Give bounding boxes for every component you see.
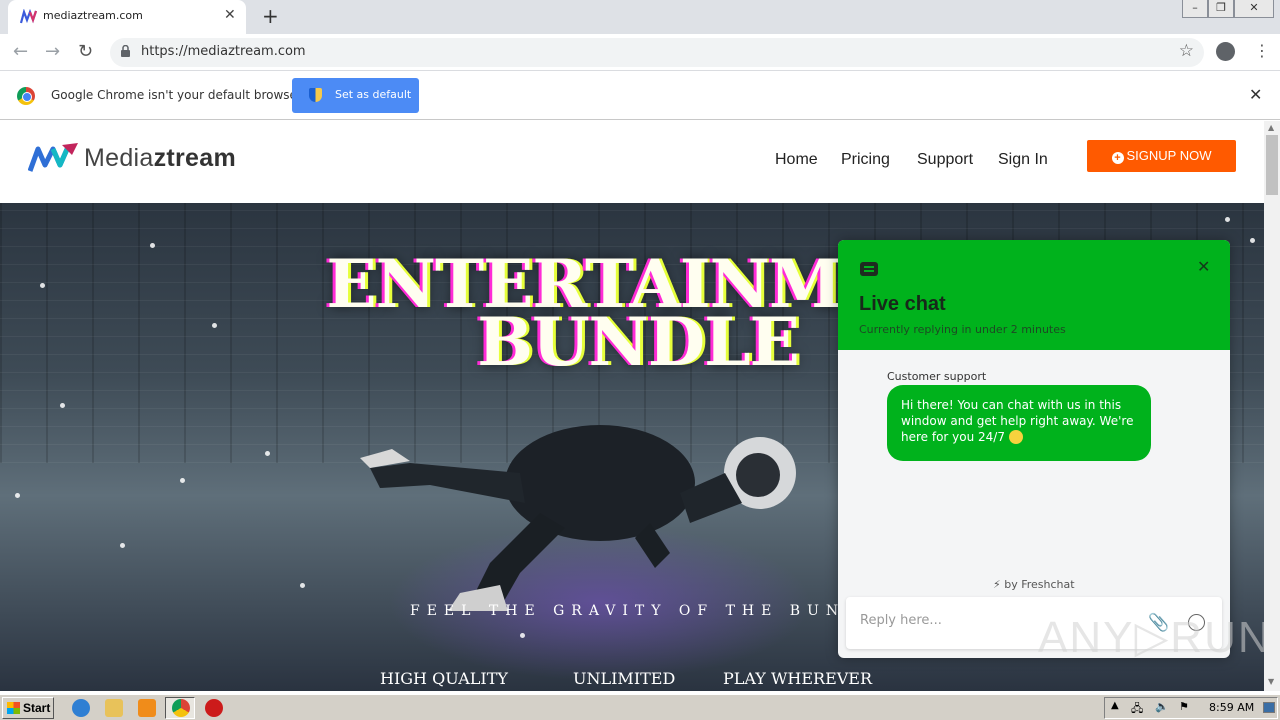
- action-center-flag-icon[interactable]: ⚑: [1179, 700, 1189, 713]
- address-bar[interactable]: https://mediaztream.com ☆: [110, 38, 1204, 67]
- site-header: Mediaztream Home Pricing Support Sign In…: [0, 121, 1264, 203]
- snow-particle: [40, 283, 45, 288]
- snow-particle: [212, 323, 217, 328]
- tray-expand-icon[interactable]: ▲: [1111, 700, 1119, 711]
- start-label: Start: [23, 701, 51, 715]
- snow-particle: [180, 478, 185, 483]
- minimize-button[interactable]: –: [1182, 0, 1208, 18]
- chat-title: Live chat: [859, 293, 946, 315]
- tab-close-icon[interactable]: ✕: [224, 7, 236, 23]
- chrome-menu-icon[interactable]: ⋮: [1254, 42, 1270, 60]
- system-tray: ▲ 🖧 🔈 ⚑ 8:59 AM: [1104, 697, 1278, 719]
- smiley-emoji-icon: [1008, 430, 1023, 444]
- network-icon[interactable]: 🖧: [1131, 700, 1143, 719]
- back-icon[interactable]: ←: [13, 41, 28, 62]
- nav-home[interactable]: Home: [775, 151, 818, 169]
- forward-icon[interactable]: →: [45, 41, 60, 62]
- reload-icon[interactable]: ↻: [78, 41, 93, 62]
- snow-particle: [15, 493, 20, 498]
- default-browser-infobar: Google Chrome isn't your default browser…: [0, 72, 1280, 120]
- browser-tab[interactable]: mediaztream.com ✕: [8, 0, 246, 34]
- feature-play-wherever: PLAY WHEREVER: [723, 669, 873, 688]
- chat-close-icon[interactable]: ✕: [1197, 257, 1210, 276]
- tab-title: mediaztream.com: [43, 9, 143, 22]
- file-explorer-icon[interactable]: [105, 699, 123, 717]
- floating-astronaut-image: [360, 425, 796, 611]
- new-tab-button[interactable]: +: [262, 4, 279, 28]
- restore-button[interactable]: ❐: [1208, 0, 1234, 18]
- internet-explorer-icon[interactable]: [72, 699, 90, 717]
- live-chat-widget: ✕ Live chat Currently replying in under …: [838, 240, 1230, 658]
- profile-icon[interactable]: [1216, 42, 1235, 61]
- stop-app-icon[interactable]: [205, 699, 223, 717]
- snow-particle: [120, 543, 125, 548]
- snow-particle: [1250, 238, 1255, 243]
- lock-icon: [121, 45, 130, 57]
- feature-unlimited: UNLIMITED: [573, 669, 676, 688]
- snow-particle: [60, 403, 65, 408]
- chat-header: ✕ Live chat Currently replying in under …: [838, 240, 1230, 350]
- snow-particle: [300, 583, 305, 588]
- chat-status: Currently replying in under 2 minutes: [859, 323, 1066, 336]
- volume-icon[interactable]: 🔈: [1155, 700, 1169, 713]
- chat-message-bubble: Hi there! You can chat with us in this w…: [887, 385, 1151, 461]
- anyrun-watermark: ANY▷RUN: [1038, 613, 1272, 662]
- powered-by-freshchat[interactable]: ⚡ by Freshchat: [993, 578, 1075, 591]
- logo-text-light: Media: [84, 144, 154, 172]
- snow-particle: [520, 633, 525, 638]
- windows-taskbar: Start ▲ 🖧 🔈 ⚑ 8:59 AM: [0, 694, 1280, 720]
- browser-toolbar: ← → ↻ https://mediaztream.com ☆: [0, 34, 1280, 71]
- taskbar-clock[interactable]: 8:59 AM: [1209, 701, 1254, 714]
- shield-icon: [309, 88, 322, 102]
- chat-bubble-icon: [860, 262, 878, 276]
- logo-text-bold: ztream: [153, 144, 236, 172]
- chrome-logo-icon: [17, 87, 35, 105]
- chrome-icon: [172, 699, 190, 717]
- nav-sign-in[interactable]: Sign In: [998, 151, 1048, 169]
- start-button[interactable]: Start: [2, 697, 54, 719]
- url-text: https://mediaztream.com: [141, 44, 306, 59]
- site-logo-text[interactable]: Mediaztream: [84, 144, 236, 173]
- scroll-down-arrow-icon[interactable]: ▼: [1268, 677, 1274, 686]
- close-window-button[interactable]: ✕: [1234, 0, 1274, 18]
- infobar-close-icon[interactable]: ✕: [1249, 85, 1262, 104]
- feature-high-quality: HIGH QUALITY: [380, 669, 508, 688]
- chrome-taskbar-button[interactable]: [165, 697, 195, 719]
- scroll-thumb[interactable]: [1266, 135, 1278, 195]
- plus-circle-icon: +: [1111, 152, 1124, 164]
- snow-particle: [265, 451, 270, 456]
- signup-button[interactable]: + SIGNUP NOW: [1087, 140, 1236, 172]
- media-player-icon[interactable]: [138, 699, 156, 717]
- chat-sender-name: Customer support: [887, 370, 987, 383]
- nav-support[interactable]: Support: [917, 151, 973, 169]
- show-desktop-icon[interactable]: [1263, 702, 1275, 713]
- hero-subtitle: FEEL THE GRAVITY OF THE BUNDLE: [410, 603, 897, 619]
- page-scrollbar[interactable]: ▲ ▼: [1264, 121, 1280, 691]
- set-as-default-label: Set as default: [335, 88, 412, 101]
- snow-particle: [1225, 217, 1230, 222]
- mediaztream-logo-icon[interactable]: [28, 141, 80, 175]
- infobar-message: Google Chrome isn't your default browser: [51, 88, 302, 102]
- bookmark-star-icon[interactable]: ☆: [1179, 41, 1194, 61]
- signup-label: SIGNUP NOW: [1126, 148, 1212, 163]
- mediaztream-favicon-icon: [20, 9, 38, 24]
- scroll-up-arrow-icon[interactable]: ▲: [1268, 123, 1274, 132]
- screen: mediaztream.com ✕ + – ❐ ✕ ← → ↻ https://…: [0, 0, 1280, 720]
- snow-particle: [150, 243, 155, 248]
- windows-logo-icon: [7, 702, 20, 714]
- tab-strip: mediaztream.com ✕ + – ❐ ✕: [0, 0, 1280, 34]
- nav-pricing[interactable]: Pricing: [841, 151, 890, 169]
- set-as-default-button[interactable]: Set as default: [292, 78, 419, 113]
